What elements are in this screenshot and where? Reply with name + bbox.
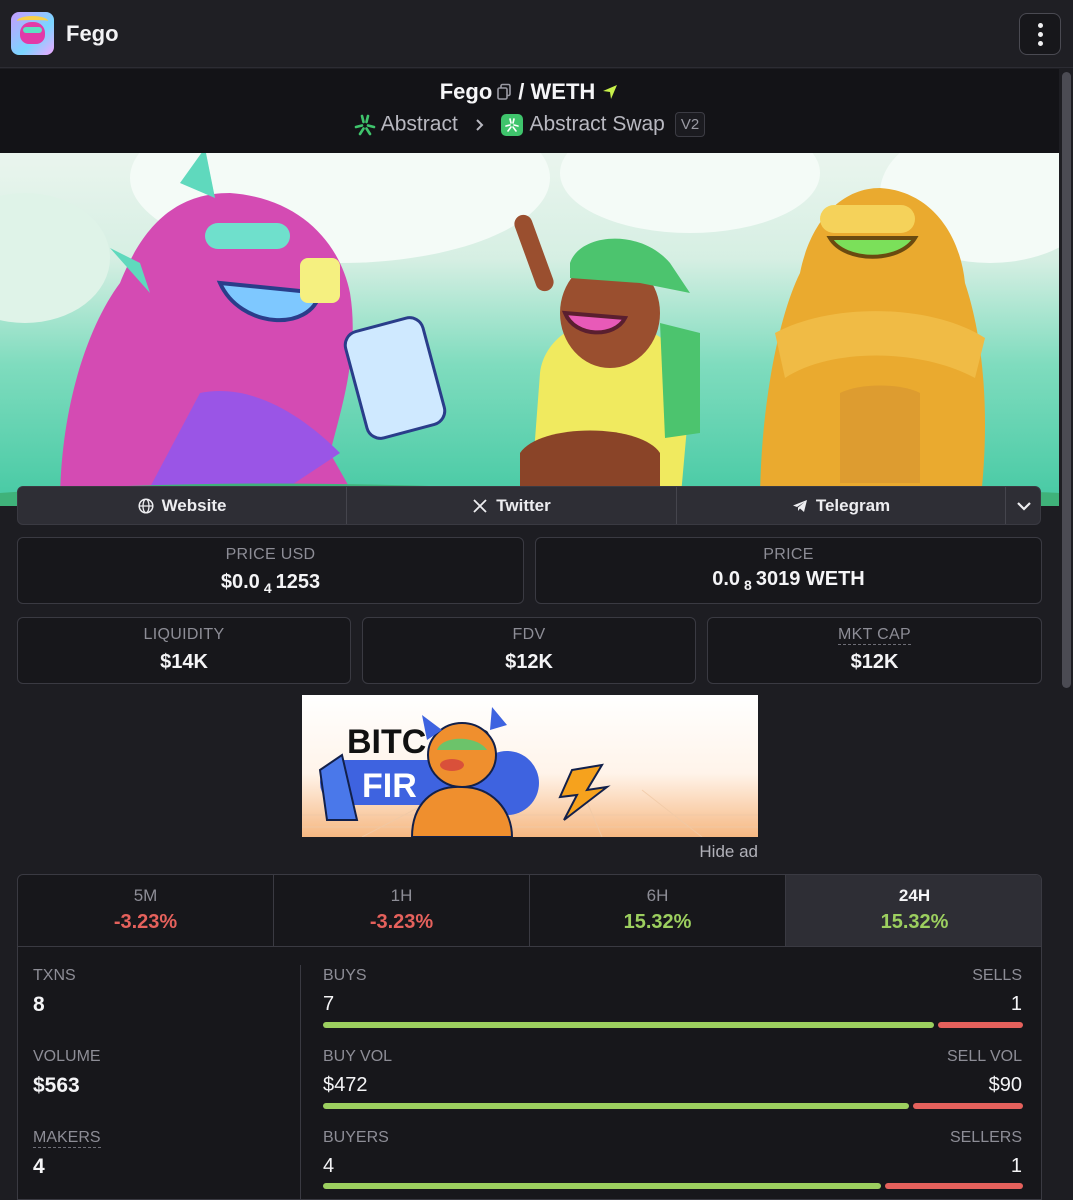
telegram-label: Telegram: [815, 495, 891, 515]
buys-label: BUYS: [323, 967, 367, 984]
token-logo: [11, 12, 54, 55]
base-token-symbol: Fego: [439, 79, 493, 105]
price-label: PRICE: [763, 546, 814, 563]
telegram-icon: [792, 499, 807, 512]
dex-version-badge: V2: [674, 112, 706, 137]
change-6h: 15.32%: [623, 911, 692, 933]
hide-ad-button[interactable]: Hide ad: [658, 842, 758, 862]
makers-value: 4: [33, 1155, 45, 1178]
twitter-label: Twitter: [496, 495, 551, 515]
globe-icon: [138, 497, 154, 514]
trading-stats-panel: 5M -3.23% 1H -3.23% 6H 15.32% 24H 15.32%…: [17, 874, 1042, 1200]
tab-5m[interactable]: 5M -3.23%: [18, 875, 273, 946]
price-native-card: PRICE 0.0 8 3019 WETH: [535, 537, 1042, 604]
buyers-bar: [323, 1183, 881, 1189]
mktcap-label[interactable]: MKT CAP: [838, 626, 911, 645]
more-links-button[interactable]: [1006, 487, 1040, 524]
token-banner-image: [0, 153, 1059, 506]
buy-vol-label: BUY VOL: [323, 1048, 393, 1065]
app-bar: Fego: [0, 0, 1073, 68]
txns-value: 8: [33, 993, 45, 1016]
change-5m: -3.23%: [113, 911, 178, 933]
chevron-right-icon: [475, 118, 484, 131]
pair-title: Fego / WETH: [0, 78, 1059, 105]
buys-bar: [323, 1022, 934, 1028]
price-usd-label: PRICE USD: [225, 546, 316, 563]
tab-6h[interactable]: 6H 15.32%: [530, 875, 785, 946]
mktcap-value: $12K: [850, 651, 899, 673]
buys-value: 7: [323, 993, 335, 1015]
sells-bar: [938, 1022, 1023, 1028]
makers-label[interactable]: MAKERS: [33, 1129, 101, 1148]
volume-value: $563: [33, 1074, 80, 1097]
website-link-button[interactable]: Website: [18, 487, 347, 524]
timeframe-tabs: 5M -3.23% 1H -3.23% 6H 15.32% 24H 15.32%: [18, 875, 1041, 947]
website-label: Website: [161, 495, 227, 515]
fdv-label: FDV: [512, 626, 546, 643]
chain-dex-line: Abstract Abstract Swap V2: [0, 112, 1059, 137]
sellers-bar: [885, 1183, 1023, 1189]
social-links-bar: Website Twitter Telegram: [17, 486, 1041, 525]
pair-separator: /: [518, 79, 525, 105]
sellers-label: SELLERS: [949, 1129, 1022, 1146]
chevron-down-icon: [1016, 501, 1031, 511]
copy-icon[interactable]: [496, 83, 514, 101]
chain-name[interactable]: Abstract: [381, 113, 458, 136]
more-menu-button[interactable]: [1019, 13, 1061, 55]
totals-column: TXNS 8 VOLUME $563 MAKERS 4: [18, 947, 300, 1199]
ad-banner[interactable]: FIR BITC N'S: [302, 695, 758, 837]
twitter-link-button[interactable]: Twitter: [347, 487, 677, 524]
liquidity-card: LIQUIDITY $14K: [17, 617, 351, 684]
change-1h: -3.23%: [369, 911, 434, 933]
liquidity-value: $14K: [160, 651, 208, 673]
scrollbar-thumb[interactable]: [1062, 72, 1071, 688]
change-24h: 15.32%: [880, 911, 949, 933]
boost-icon[interactable]: [601, 83, 619, 101]
sell-vol-bar: [913, 1103, 1023, 1109]
app-title: Fego: [66, 21, 119, 46]
liquidity-label: LIQUIDITY: [143, 626, 225, 643]
dex-icon: [501, 113, 524, 136]
tab-1h[interactable]: 1H -3.23%: [274, 875, 529, 946]
sell-vol-value: $90: [988, 1074, 1022, 1096]
buyers-label: BUYERS: [323, 1129, 389, 1146]
sellers-value: 1: [1010, 1155, 1022, 1177]
fdv-value: $12K: [505, 651, 553, 673]
quote-token-symbol: WETH: [530, 79, 596, 105]
price-usd-value: $0.0 4 1253: [220, 571, 321, 596]
txns-label: TXNS: [33, 967, 76, 984]
sells-label: SELLS: [972, 967, 1022, 984]
telegram-link-button[interactable]: Telegram: [677, 487, 1006, 524]
fdv-card: FDV $12K: [362, 617, 696, 684]
vertical-dots-icon: [1038, 23, 1043, 28]
dex-name[interactable]: Abstract Swap: [529, 113, 664, 136]
price-usd-card: PRICE USD $0.0 4 1253: [17, 537, 524, 604]
sells-value: 1: [1010, 993, 1022, 1015]
volume-label: VOLUME: [33, 1048, 101, 1065]
price-native-value: 0.0 8 3019 WETH: [712, 568, 865, 593]
buyers-value: 4: [323, 1155, 335, 1177]
buy-vol-value: $472: [323, 1074, 368, 1096]
mktcap-card: MKT CAP $12K: [707, 617, 1042, 684]
x-logo-icon: [473, 498, 487, 513]
ad-word-fir: FIR: [362, 767, 417, 805]
sell-vol-label: SELL VOL: [946, 1048, 1022, 1065]
metrics-divider: [300, 965, 301, 1199]
buy-vol-bar: [323, 1103, 909, 1109]
tab-24h[interactable]: 24H 15.32%: [786, 875, 1041, 946]
abstract-chain-icon: [354, 114, 376, 135]
